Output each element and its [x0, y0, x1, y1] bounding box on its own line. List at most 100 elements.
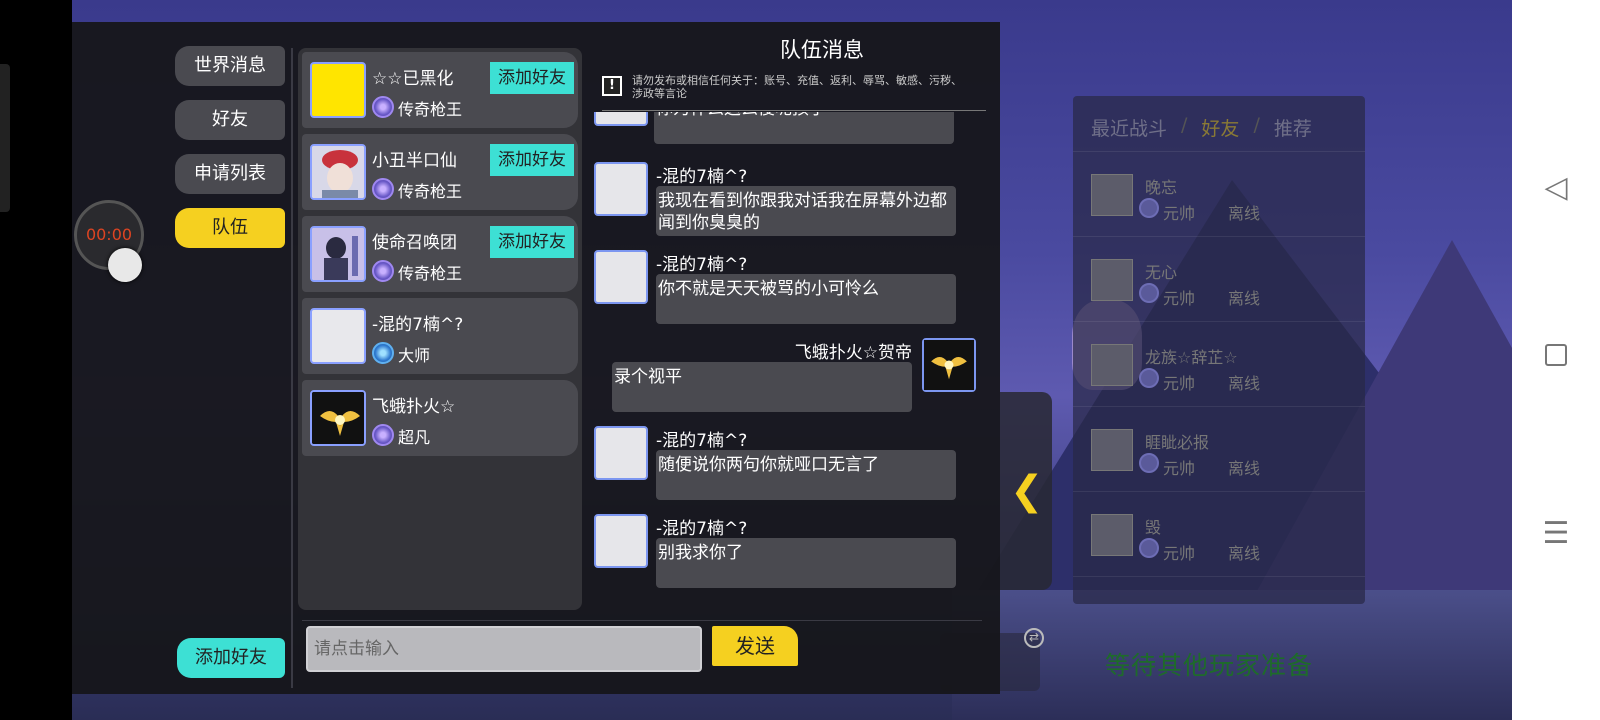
rank-badge-icon [372, 260, 394, 282]
lobby-friend-row[interactable]: 毁 元帅 离线 [1073, 492, 1365, 577]
recorder-toggle[interactable] [108, 248, 142, 282]
lobby-friend-status: 离线 [1228, 544, 1261, 563]
avatar [594, 112, 648, 126]
team-member-card[interactable]: 使命召唤团 传奇枪王 添加好友 [302, 216, 578, 292]
add-friend-button[interactable]: 添加好友 [490, 62, 574, 94]
chat-input[interactable]: 请点击输入 [306, 626, 702, 672]
lobby-friend-row[interactable]: 睚眦必报 元帅 离线 [1073, 407, 1365, 492]
tab-team[interactable]: 队伍 [175, 208, 285, 248]
divider [602, 110, 986, 111]
rank-icon [1139, 198, 1159, 218]
message-text: 你为什么这么傻呢孩子 [654, 112, 954, 144]
chat-message-self: 飞蛾扑火☆贺帝 录个视平 [594, 338, 994, 418]
tab-separator: / [1253, 114, 1260, 136]
message-text: 别我求你了 [656, 538, 956, 588]
tab-request-list[interactable]: 申请列表 [175, 154, 285, 194]
tab-recommend[interactable]: 推荐 [1274, 114, 1312, 151]
rank-icon [1139, 538, 1159, 558]
message-sender: -混的7楠^? [656, 167, 748, 187]
chat-message: 你为什么这么傻呢孩子 [594, 112, 994, 150]
member-rank: 传奇枪王 [398, 264, 463, 283]
team-member-card[interactable]: 飞蛾扑火☆ 超凡 [302, 380, 578, 456]
message-sender: -混的7楠^? [656, 431, 748, 451]
chat-message: -混的7楠^? 别我求你了 [594, 514, 994, 594]
divider [302, 620, 982, 621]
clown-avatar-icon [312, 146, 364, 198]
member-rank: 传奇枪王 [398, 100, 463, 119]
rank-icon [1139, 453, 1159, 473]
team-member-card[interactable]: ☆☆已黑化 传奇枪王 添加好友 [302, 52, 578, 128]
lobby-friend-rank: 元帅 [1163, 289, 1196, 308]
add-friend-button[interactable]: 添加好友 [490, 144, 574, 176]
member-name: 使命召唤团 [372, 233, 457, 253]
menu-icon[interactable]: ☰ [1512, 516, 1600, 551]
swap-icon[interactable]: ⇄ [1024, 628, 1044, 648]
team-member-list: ☆☆已黑化 传奇枪王 添加好友 小丑半口仙 传奇枪王 添加好友 使命召唤团 传奇… [298, 48, 582, 610]
chat-title: 队伍消息 [780, 38, 864, 62]
lobby-tabs: 最近战斗 / 好友 / 推荐 [1073, 96, 1365, 152]
rank-badge-icon [372, 424, 394, 446]
lobby-friend-status: 离线 [1228, 204, 1261, 223]
chevron-left-icon: ❮ [1010, 468, 1044, 514]
tab-lobby-friends[interactable]: 好友 [1201, 114, 1239, 151]
member-name: 飞蛾扑火☆ [372, 397, 456, 417]
tab-friends[interactable]: 好友 [175, 100, 285, 140]
message-text: 你不就是天天被骂的小可怜么 [656, 274, 956, 324]
avatar [1091, 429, 1133, 471]
avatar [310, 390, 366, 446]
chat-message: -混的7楠^? 随便说你两句你就哑口无言了 [594, 426, 994, 506]
tab-recent-battles[interactable]: 最近战斗 [1091, 114, 1167, 151]
character-avatar-icon [312, 228, 364, 280]
lobby-friend-row[interactable]: 无心 元帅 离线 [1073, 237, 1365, 322]
lobby-friend-name: 晚忘 [1145, 178, 1178, 197]
avatar [1091, 174, 1133, 216]
avatar [922, 338, 976, 392]
warning-icon: ! [602, 76, 622, 96]
send-button[interactable]: 发送 [712, 626, 798, 666]
message-text: 我现在看到你跟我对话我在屏幕外边都闻到你臭臭的 [656, 186, 956, 236]
back-icon[interactable]: ◁ [1512, 170, 1600, 205]
team-member-card[interactable]: -混的7楠^? 大师 [302, 298, 578, 374]
waiting-status-text: 等待其他玩家准备 [1105, 651, 1314, 680]
member-rank: 传奇枪王 [398, 182, 463, 201]
avatar [594, 250, 648, 304]
lobby-friend-status: 离线 [1228, 459, 1261, 478]
lobby-friend-status: 离线 [1228, 374, 1261, 393]
lobby-friend-row[interactable]: 龙族☆辞芷☆ 元帅 离线 [1073, 322, 1365, 407]
member-rank: 大师 [398, 346, 431, 365]
avatar [594, 514, 648, 568]
lobby-friend-row[interactable]: 晚忘 元帅 离线 [1073, 152, 1365, 237]
home-icon [1545, 344, 1567, 366]
collapse-panel-button[interactable]: ❮ [1000, 392, 1052, 590]
winged-emblem-icon [312, 392, 364, 444]
chat-message: -混的7楠^? 你不就是天天被骂的小可怜么 [594, 250, 994, 330]
game-screen: 最近战斗 / 好友 / 推荐 晚忘 元帅 离线 无心 元帅 离线 龙族☆辞芷☆ … [0, 0, 1600, 720]
add-friend-button[interactable]: 添加好友 [490, 226, 574, 258]
member-name: -混的7楠^? [372, 315, 464, 335]
lobby-friend-name: 毁 [1145, 518, 1162, 537]
message-text: 录个视平 [612, 362, 912, 412]
member-name: ☆☆已黑化 [372, 69, 454, 89]
avatar [1091, 344, 1133, 386]
rank-badge-icon [372, 342, 394, 364]
add-friend-button[interactable]: 添加好友 [177, 638, 285, 678]
tab-world-messages[interactable]: 世界消息 [175, 46, 285, 86]
chat-message-list[interactable]: 你为什么这么傻呢孩子 -混的7楠^? 我现在看到你跟我对话我在屏幕外边都闻到你臭… [594, 112, 994, 612]
lobby-friend-name: 睚眦必报 [1145, 433, 1210, 452]
avatar [1091, 514, 1133, 556]
avatar [310, 226, 366, 282]
chat-notice: 请勿发布或相信任何关于：账号、充值、返利、辱骂、敏感、污秽、涉政等言论 [632, 74, 962, 100]
chat-dialog: 世界消息 好友 申请列表 队伍 添加好友 ☆☆已黑化 传奇枪王 添加好友 小丑半… [72, 22, 1000, 694]
avatar [1091, 259, 1133, 301]
team-member-card[interactable]: 小丑半口仙 传奇枪王 添加好友 [302, 134, 578, 210]
member-rank: 超凡 [398, 428, 431, 447]
divider [291, 48, 293, 688]
edge-handle[interactable] [0, 64, 10, 212]
lobby-friend-rank: 元帅 [1163, 459, 1196, 478]
system-nav-bar: ◁ ☰ [1512, 0, 1600, 720]
member-name: 小丑半口仙 [372, 151, 457, 171]
message-sender: 飞蛾扑火☆贺帝 [794, 343, 912, 363]
home-button[interactable] [1512, 344, 1600, 370]
avatar [594, 162, 648, 216]
lobby-friend-rank: 元帅 [1163, 374, 1196, 393]
